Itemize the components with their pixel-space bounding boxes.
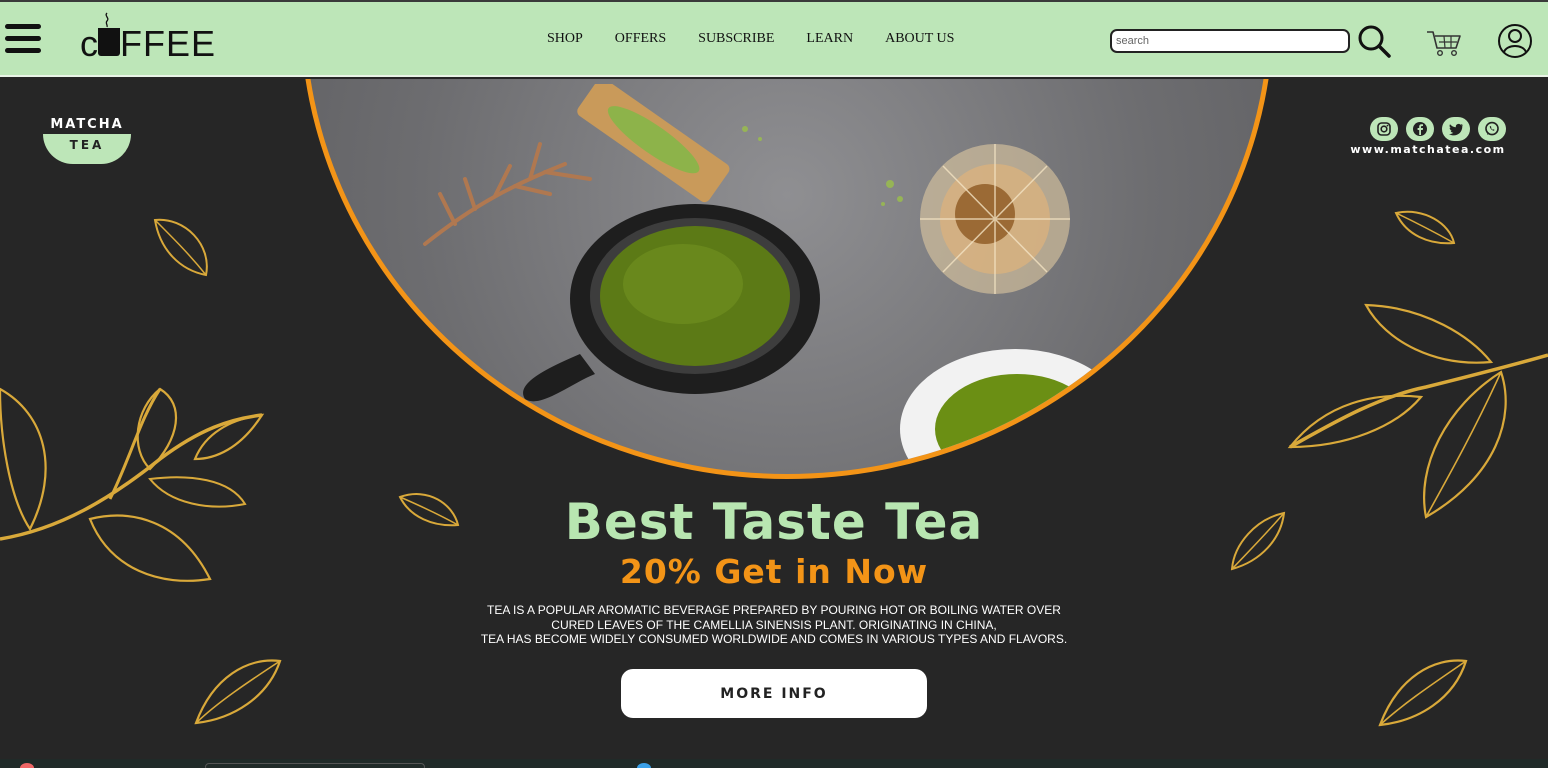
- gold-leaf-icon: [1378, 659, 1468, 727]
- os-taskbar: [0, 759, 1548, 768]
- nav-shop[interactable]: SHOP: [547, 31, 583, 47]
- hero-section: MATCHA TEA www.matchatea.com Best Taste …: [0, 79, 1548, 759]
- taskbar-app-icon[interactable]: [20, 763, 34, 768]
- nav-offers[interactable]: OFFERS: [615, 31, 666, 47]
- badge-bottom-text: TEA: [43, 134, 131, 164]
- hero-headline: Best Taste Tea: [564, 493, 984, 551]
- description-line: TEA HAS BECOME WIDELY CONSUMED WORLDWIDE…: [480, 632, 1068, 646]
- nav-subscribe[interactable]: SUBSCRIBE: [698, 31, 774, 47]
- badge-top-text: MATCHA: [50, 117, 124, 132]
- description-line: TEA IS A POPULAR AROMATIC BEVERAGE PREPA…: [487, 603, 1061, 617]
- menu-icon[interactable]: [5, 24, 41, 54]
- facebook-icon[interactable]: [1406, 117, 1434, 141]
- search-icon[interactable]: [1357, 24, 1391, 58]
- taskbar-app-icon[interactable]: [637, 763, 651, 768]
- hero-description: TEA IS A POPULAR AROMATIC BEVERAGE PREPA…: [474, 603, 1074, 647]
- cart-icon[interactable]: [1426, 28, 1462, 58]
- cup-icon: [98, 28, 120, 56]
- main-nav: SHOP OFFERS SUBSCRIBE LEARN ABOUT US: [547, 31, 986, 47]
- matcha-scene-illustration: [326, 84, 1130, 474]
- instagram-icon[interactable]: [1370, 117, 1398, 141]
- whatsapp-icon[interactable]: [1478, 117, 1506, 141]
- steam-icon: [105, 12, 109, 28]
- description-line: CURED LEAVES OF THE CAMELLIA SINENSIS PL…: [551, 617, 997, 632]
- social-links: [1370, 117, 1506, 141]
- taskbar-search[interactable]: [205, 763, 425, 768]
- nav-about-us[interactable]: ABOUT US: [885, 31, 954, 47]
- logo-text: FFEE: [120, 23, 217, 64]
- matcha-tea-badge: MATCHA TEA: [42, 117, 132, 167]
- more-info-button[interactable]: MORE INFO: [621, 669, 927, 718]
- gold-branch-icon: [1287, 303, 1548, 519]
- search-input[interactable]: [1110, 29, 1350, 53]
- gold-leaf-icon: [1394, 210, 1456, 245]
- nav-learn[interactable]: LEARN: [806, 31, 853, 47]
- site-logo[interactable]: c FFEE: [80, 12, 215, 64]
- gold-leaf-icon: [153, 218, 208, 277]
- logo-c: c: [80, 23, 98, 64]
- site-header: c FFEE SHOP OFFERS SUBSCRIBE LEARN ABOUT…: [0, 2, 1548, 77]
- twitter-icon[interactable]: [1442, 117, 1470, 141]
- hero-subhead: 20% Get in Now: [619, 552, 929, 591]
- hero-image: [300, 79, 1274, 479]
- user-icon[interactable]: [1497, 23, 1533, 59]
- gold-leaf-icon: [194, 659, 282, 725]
- site-url[interactable]: www.matchatea.com: [1349, 143, 1507, 156]
